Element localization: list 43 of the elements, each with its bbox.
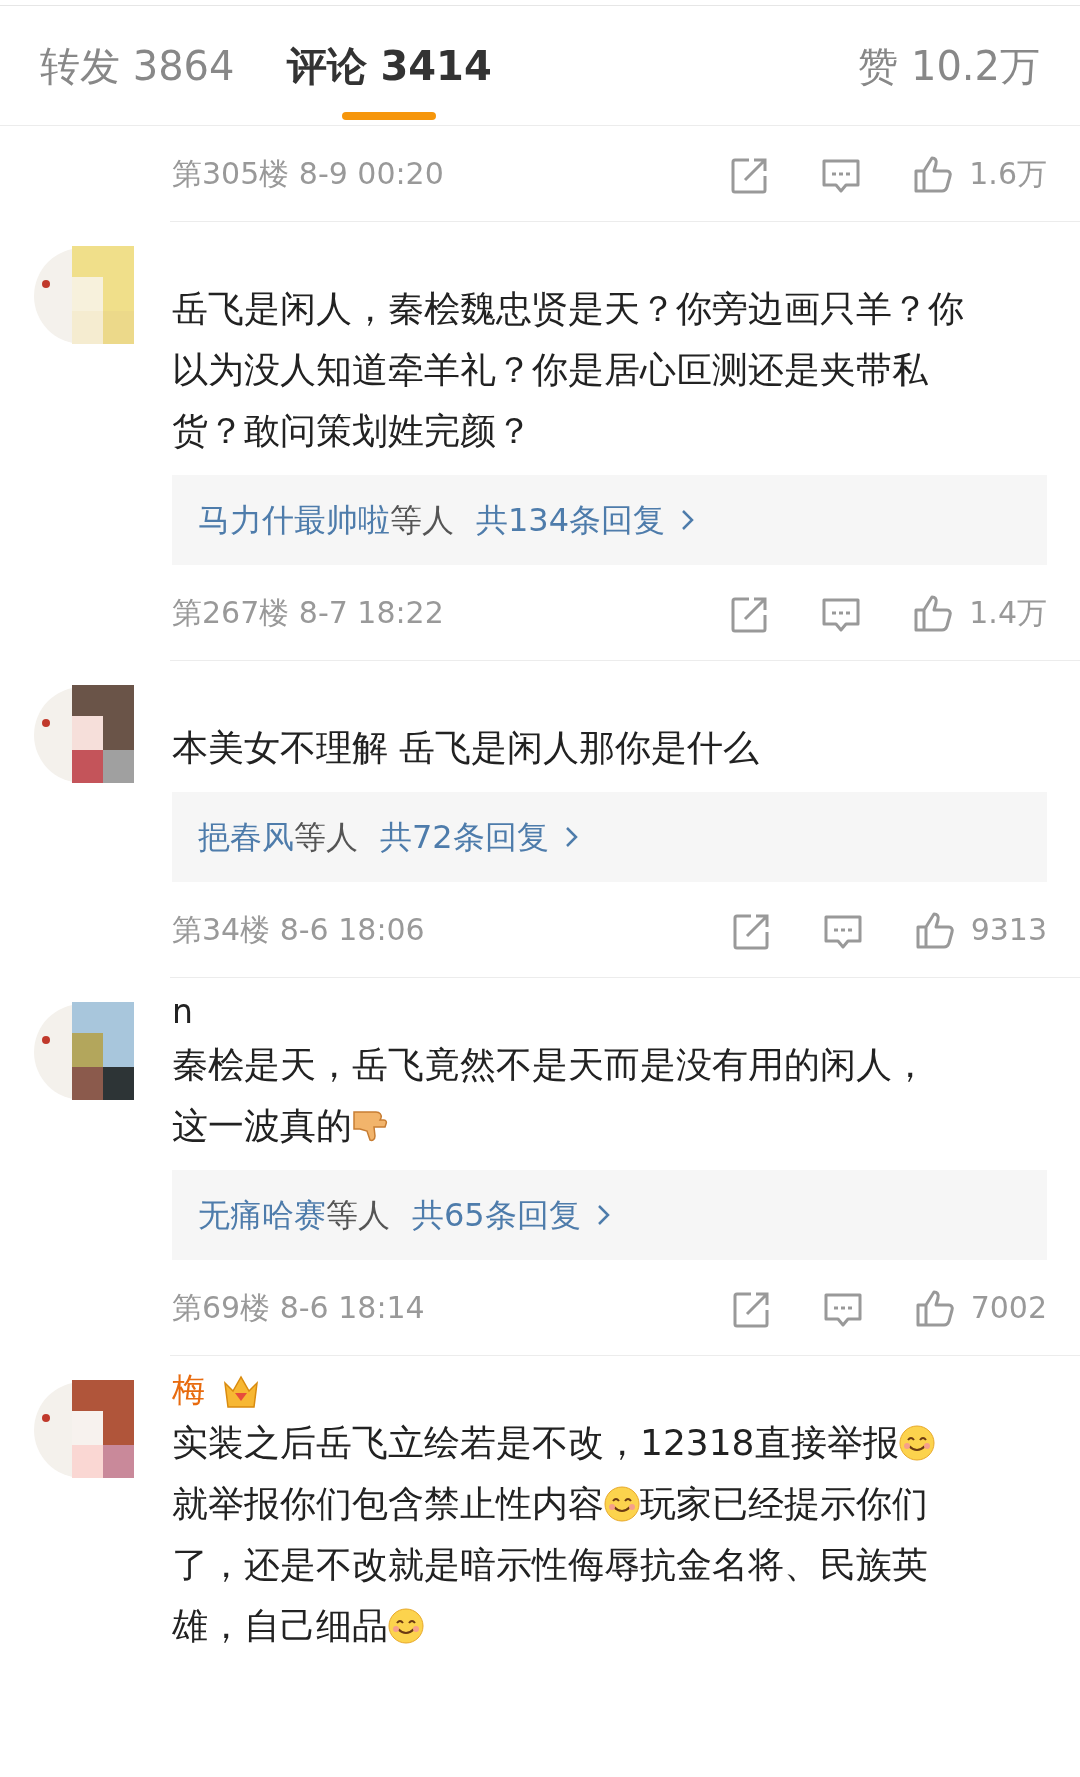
- user-name[interactable]: n: [172, 990, 193, 1034]
- chevron-right-icon: [681, 508, 696, 532]
- tab[interactable]: 转发 3864: [40, 5, 235, 126]
- reply-suffix: 等人: [390, 500, 454, 541]
- comment-text: 秦桧是天，岳飞竟然不是天而是没有用的闲人，: [172, 1044, 928, 1085]
- tab[interactable]: 赞 10.2万: [858, 5, 1040, 126]
- comment-text: 本美女不理解 岳飞是闲人那你是什么: [172, 727, 760, 768]
- reply-count[interactable]: 共65条回复: [412, 1191, 581, 1239]
- tab[interactable]: 评论 3414: [286, 5, 492, 126]
- reply-suffix: 等人: [326, 1195, 390, 1236]
- like-count: 1.6万: [969, 155, 1047, 193]
- reply-users[interactable]: 挹春风: [198, 813, 294, 861]
- chevron-right-icon: [564, 825, 579, 849]
- comment-text: 以为没人知道牵羊礼？你是居心叵测还是夹带私: [172, 349, 928, 390]
- floor-time: 第267楼 8-7 18:22: [172, 594, 444, 632]
- like-count: 7002: [970, 1289, 1047, 1327]
- comment-text: 货？敢问策划姓完颜？: [172, 410, 532, 451]
- chevron-right-icon: [596, 1203, 611, 1227]
- comment-text: 雄，自己细品: [172, 1605, 388, 1646]
- user-name[interactable]: 梅: [172, 1368, 205, 1412]
- comment-text: 岳飞是闲人，秦桧魏忠贤是天？你旁边画只羊？你: [172, 288, 964, 329]
- comment-text: 就举报你们包含禁止性内容: [172, 1483, 604, 1524]
- floor-time: 第305楼 8-9 00:20: [172, 155, 444, 193]
- floor-time: 第69楼 8-6 18:14: [172, 1289, 425, 1327]
- reply-suffix: 等人: [294, 817, 358, 858]
- comment-text: 了，还是不改就是暗示性侮辱抗金名将、民族英: [172, 1544, 928, 1585]
- reply-users[interactable]: 无痛哈赛: [198, 1191, 326, 1239]
- comment-text: 这一波真的: [172, 1105, 352, 1146]
- replies-panel[interactable]: 挹春风等人 共72条回复: [172, 792, 1047, 882]
- reply-count[interactable]: 共134条回复: [476, 496, 666, 544]
- smile-emoji-icon: [604, 1486, 640, 1522]
- smile-emoji-icon: [898, 1425, 935, 1461]
- replies-panel[interactable]: 无痛哈赛等人 共65条回复: [172, 1170, 1047, 1260]
- reply-count[interactable]: 共72条回复: [380, 813, 549, 861]
- thumbs-down-emoji-icon: [352, 1108, 388, 1144]
- floor-time: 第34楼 8-6 18:06: [172, 911, 425, 949]
- comment-text: 实装之后岳飞立绘若是不改，12318直接举报: [172, 1422, 899, 1463]
- replies-panel[interactable]: 马力什最帅啦等人 共134条回复: [172, 475, 1047, 565]
- comment-text: 玩家已经提示你们: [640, 1483, 928, 1524]
- like-count: 9313: [970, 911, 1047, 949]
- like-count: 1.4万: [969, 594, 1047, 632]
- reply-users[interactable]: 马力什最帅啦: [198, 496, 390, 544]
- smile-emoji-icon: [388, 1608, 424, 1644]
